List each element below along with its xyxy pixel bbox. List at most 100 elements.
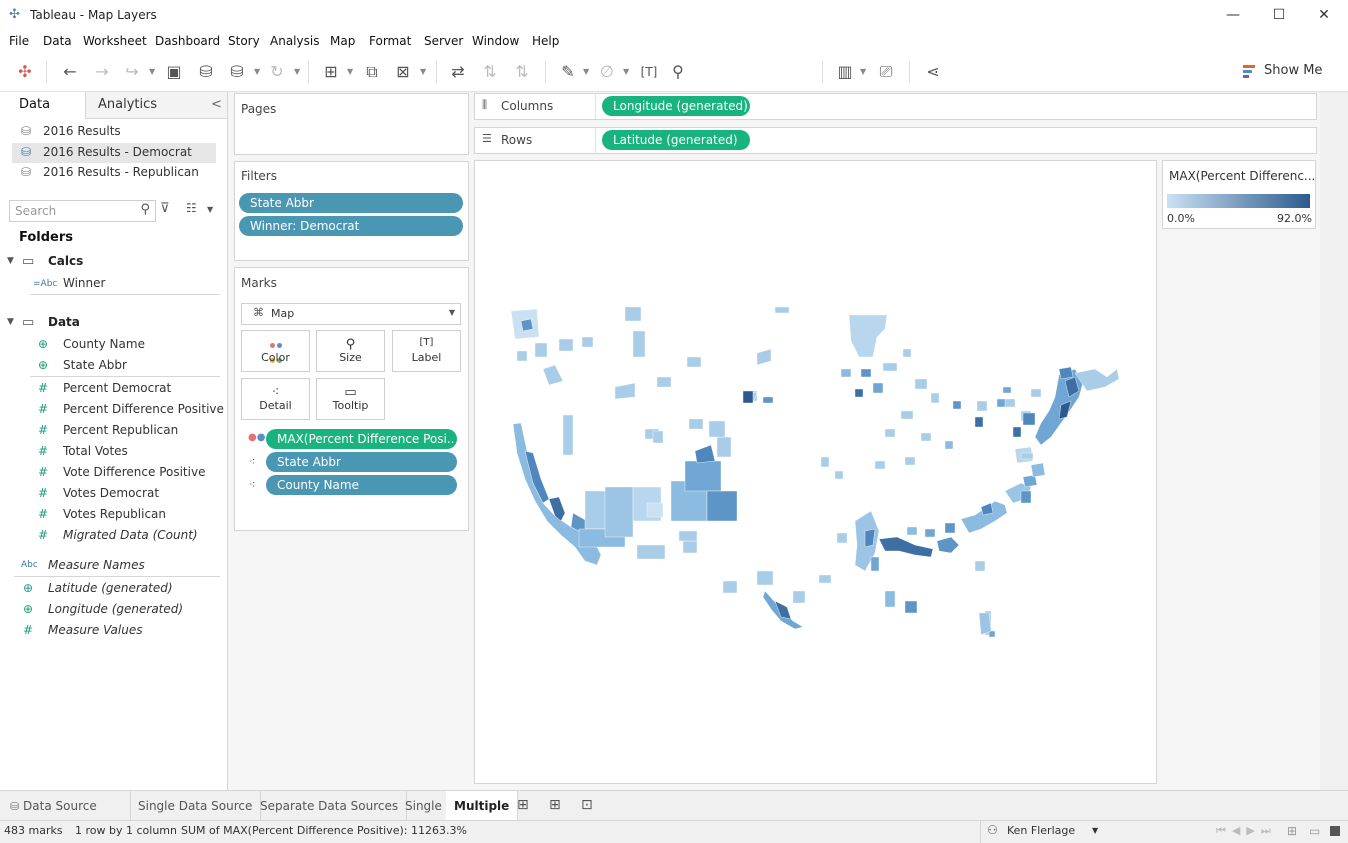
search-field[interactable]: Search ⚲: [9, 200, 156, 222]
field-longitude-generated[interactable]: Longitude (generated): [48, 600, 183, 618]
undo-icon[interactable]: ←: [59, 61, 81, 83]
tab-multiple[interactable]: Multiple: [446, 791, 519, 821]
collapse-calcs-icon[interactable]: ▼: [7, 256, 14, 266]
field-total-votes[interactable]: Total Votes: [63, 442, 128, 460]
tab-data[interactable]: Data: [0, 92, 86, 120]
field-votes-republican[interactable]: Votes Republican: [63, 505, 166, 523]
show-tabs-icon[interactable]: [1330, 826, 1340, 836]
field-measure-values[interactable]: Measure Values: [48, 621, 142, 639]
sort-descending-icon[interactable]: ⇅: [511, 61, 533, 83]
field-migrated-data-count[interactable]: Migrated Data (Count): [63, 526, 198, 544]
map-view[interactable]: [474, 160, 1157, 784]
pause-updates-icon[interactable]: ⛁: [226, 61, 248, 83]
rows-pill-latitude[interactable]: Latitude (generated): [602, 130, 750, 150]
tableau-home-icon[interactable]: ✣: [14, 61, 36, 83]
folder-data[interactable]: Data: [48, 315, 80, 329]
presentation-mode-icon[interactable]: ⎚: [875, 61, 897, 83]
field-percent-democrat[interactable]: Percent Democrat: [63, 379, 171, 397]
detail-button[interactable]: ⁖ Detail: [241, 378, 310, 420]
pages-card[interactable]: Pages: [234, 93, 469, 155]
filter-fields-icon[interactable]: ⊽: [160, 201, 170, 216]
filter-pill-state-abbr[interactable]: State Abbr: [239, 193, 463, 213]
collapse-data-icon[interactable]: ▼: [7, 317, 14, 327]
field-vote-difference-positive[interactable]: Vote Difference Positive: [63, 463, 205, 481]
tab-analytics[interactable]: Analytics <: [86, 92, 227, 119]
columns-shelf[interactable]: ⫼ Columns Longitude (generated): [474, 93, 1317, 120]
menu-data[interactable]: Data: [43, 34, 72, 48]
cards-dropdown-icon[interactable]: ▼: [860, 61, 866, 83]
menu-map[interactable]: Map: [330, 34, 355, 48]
new-sheet-dropdown-icon[interactable]: ▼: [347, 61, 353, 83]
sheet-navigation-icon[interactable]: ⏮◀▶⏭: [1216, 824, 1277, 838]
view-options-icon[interactable]: ☷: [186, 201, 197, 215]
field-measure-names[interactable]: Measure Names: [48, 556, 145, 574]
refresh-dropdown-icon[interactable]: ▼: [294, 61, 300, 83]
highlight-icon[interactable]: ✎: [557, 61, 579, 83]
show-mark-labels-icon[interactable]: [T]: [638, 61, 660, 83]
close-button[interactable]: ✕: [1301, 0, 1347, 31]
new-worksheet-tab-icon[interactable]: ⊞: [517, 797, 529, 813]
show-cards-icon[interactable]: ▥: [834, 61, 856, 83]
replay-icon[interactable]: ↪: [121, 61, 143, 83]
user-menu[interactable]: ⚇ Ken Flerlage ▼: [980, 821, 1107, 843]
replay-dropdown-icon[interactable]: ▼: [149, 61, 155, 83]
mark-type-dropdown[interactable]: ⌘ Map ▼: [241, 303, 461, 325]
new-datasource-icon[interactable]: ⛁: [195, 61, 217, 83]
pause-dropdown-icon[interactable]: ▼: [254, 61, 260, 83]
menu-story[interactable]: Story: [228, 34, 260, 48]
marks-pill-state-abbr[interactable]: State Abbr: [266, 452, 457, 472]
maximize-button[interactable]: ☐: [1256, 0, 1302, 31]
marks-pill-color[interactable]: MAX(Percent Difference Posi..: [266, 429, 457, 449]
duplicate-sheet-icon[interactable]: ⧉: [361, 61, 383, 83]
show-sheet-sorter-icon[interactable]: ⊞: [1287, 824, 1297, 838]
county-map[interactable]: [475, 161, 1156, 783]
tab-single-data-source[interactable]: Single Data Source: [130, 791, 262, 821]
menu-dashboard[interactable]: Dashboard: [155, 34, 220, 48]
columns-pill-longitude[interactable]: Longitude (generated): [602, 96, 750, 116]
menu-window[interactable]: Window: [472, 34, 519, 48]
collapse-pane-icon[interactable]: <: [211, 92, 222, 118]
group-members-icon[interactable]: ∅: [596, 61, 618, 83]
menu-help[interactable]: Help: [532, 34, 559, 48]
sort-ascending-icon[interactable]: ⇅: [479, 61, 501, 83]
field-latitude-generated[interactable]: Latitude (generated): [48, 579, 173, 597]
data-source-tab[interactable]: ⛁ Data Source: [0, 791, 131, 821]
pin-axes-icon[interactable]: ⚲: [667, 61, 689, 83]
menu-server[interactable]: Server: [424, 34, 463, 48]
new-dashboard-icon[interactable]: ⊞: [549, 797, 561, 813]
tab-separate-data-sources[interactable]: Separate Data Sources: [252, 791, 408, 821]
field-state-abbr[interactable]: State Abbr: [63, 356, 127, 374]
minimize-button[interactable]: —: [1210, 0, 1256, 31]
swap-rows-columns-icon[interactable]: ⇄: [447, 61, 469, 83]
menu-file[interactable]: File: [9, 34, 29, 48]
refresh-icon[interactable]: ↻: [266, 61, 288, 83]
clear-sheet-icon[interactable]: ⊠: [392, 61, 414, 83]
size-button[interactable]: ⚲ Size: [316, 330, 385, 372]
folder-calcs[interactable]: Calcs: [48, 254, 83, 268]
marks-pill-county-name[interactable]: County Name: [266, 475, 457, 495]
show-filmstrip-icon[interactable]: ▭: [1309, 824, 1320, 838]
filters-card[interactable]: Filters State Abbr Winner: Democrat: [234, 161, 469, 261]
menu-format[interactable]: Format: [369, 34, 411, 48]
share-icon[interactable]: ⋖: [922, 61, 944, 83]
datasource-item-active[interactable]: ⛁ 2016 Results - Democrat: [12, 143, 216, 163]
field-percent-republican[interactable]: Percent Republican: [63, 421, 178, 439]
group-dropdown-icon[interactable]: ▼: [623, 61, 629, 83]
label-button[interactable]: [T] Label: [392, 330, 461, 372]
redo-icon[interactable]: →: [91, 61, 113, 83]
field-winner[interactable]: Winner: [63, 274, 105, 292]
highlight-dropdown-icon[interactable]: ▼: [583, 61, 589, 83]
field-votes-democrat[interactable]: Votes Democrat: [63, 484, 159, 502]
color-button[interactable]: Color: [241, 330, 310, 372]
field-percent-difference-positive[interactable]: Percent Difference Positive: [63, 400, 224, 418]
tab-single[interactable]: Single: [397, 791, 451, 821]
menu-worksheet[interactable]: Worksheet: [83, 34, 147, 48]
datasource-item[interactable]: ⛁ 2016 Results: [12, 122, 216, 142]
tooltip-button[interactable]: ▭ Tooltip: [316, 378, 385, 420]
new-worksheet-icon[interactable]: ⊞: [320, 61, 342, 83]
color-legend[interactable]: MAX(Percent Differenc... 0.0% 92.0%: [1162, 160, 1316, 229]
rows-shelf[interactable]: ☰ Rows Latitude (generated): [474, 127, 1317, 154]
field-county-name[interactable]: County Name: [63, 335, 145, 353]
new-story-icon[interactable]: ⊡: [581, 797, 593, 813]
datasource-item[interactable]: ⛁ 2016 Results - Republican: [12, 163, 216, 183]
